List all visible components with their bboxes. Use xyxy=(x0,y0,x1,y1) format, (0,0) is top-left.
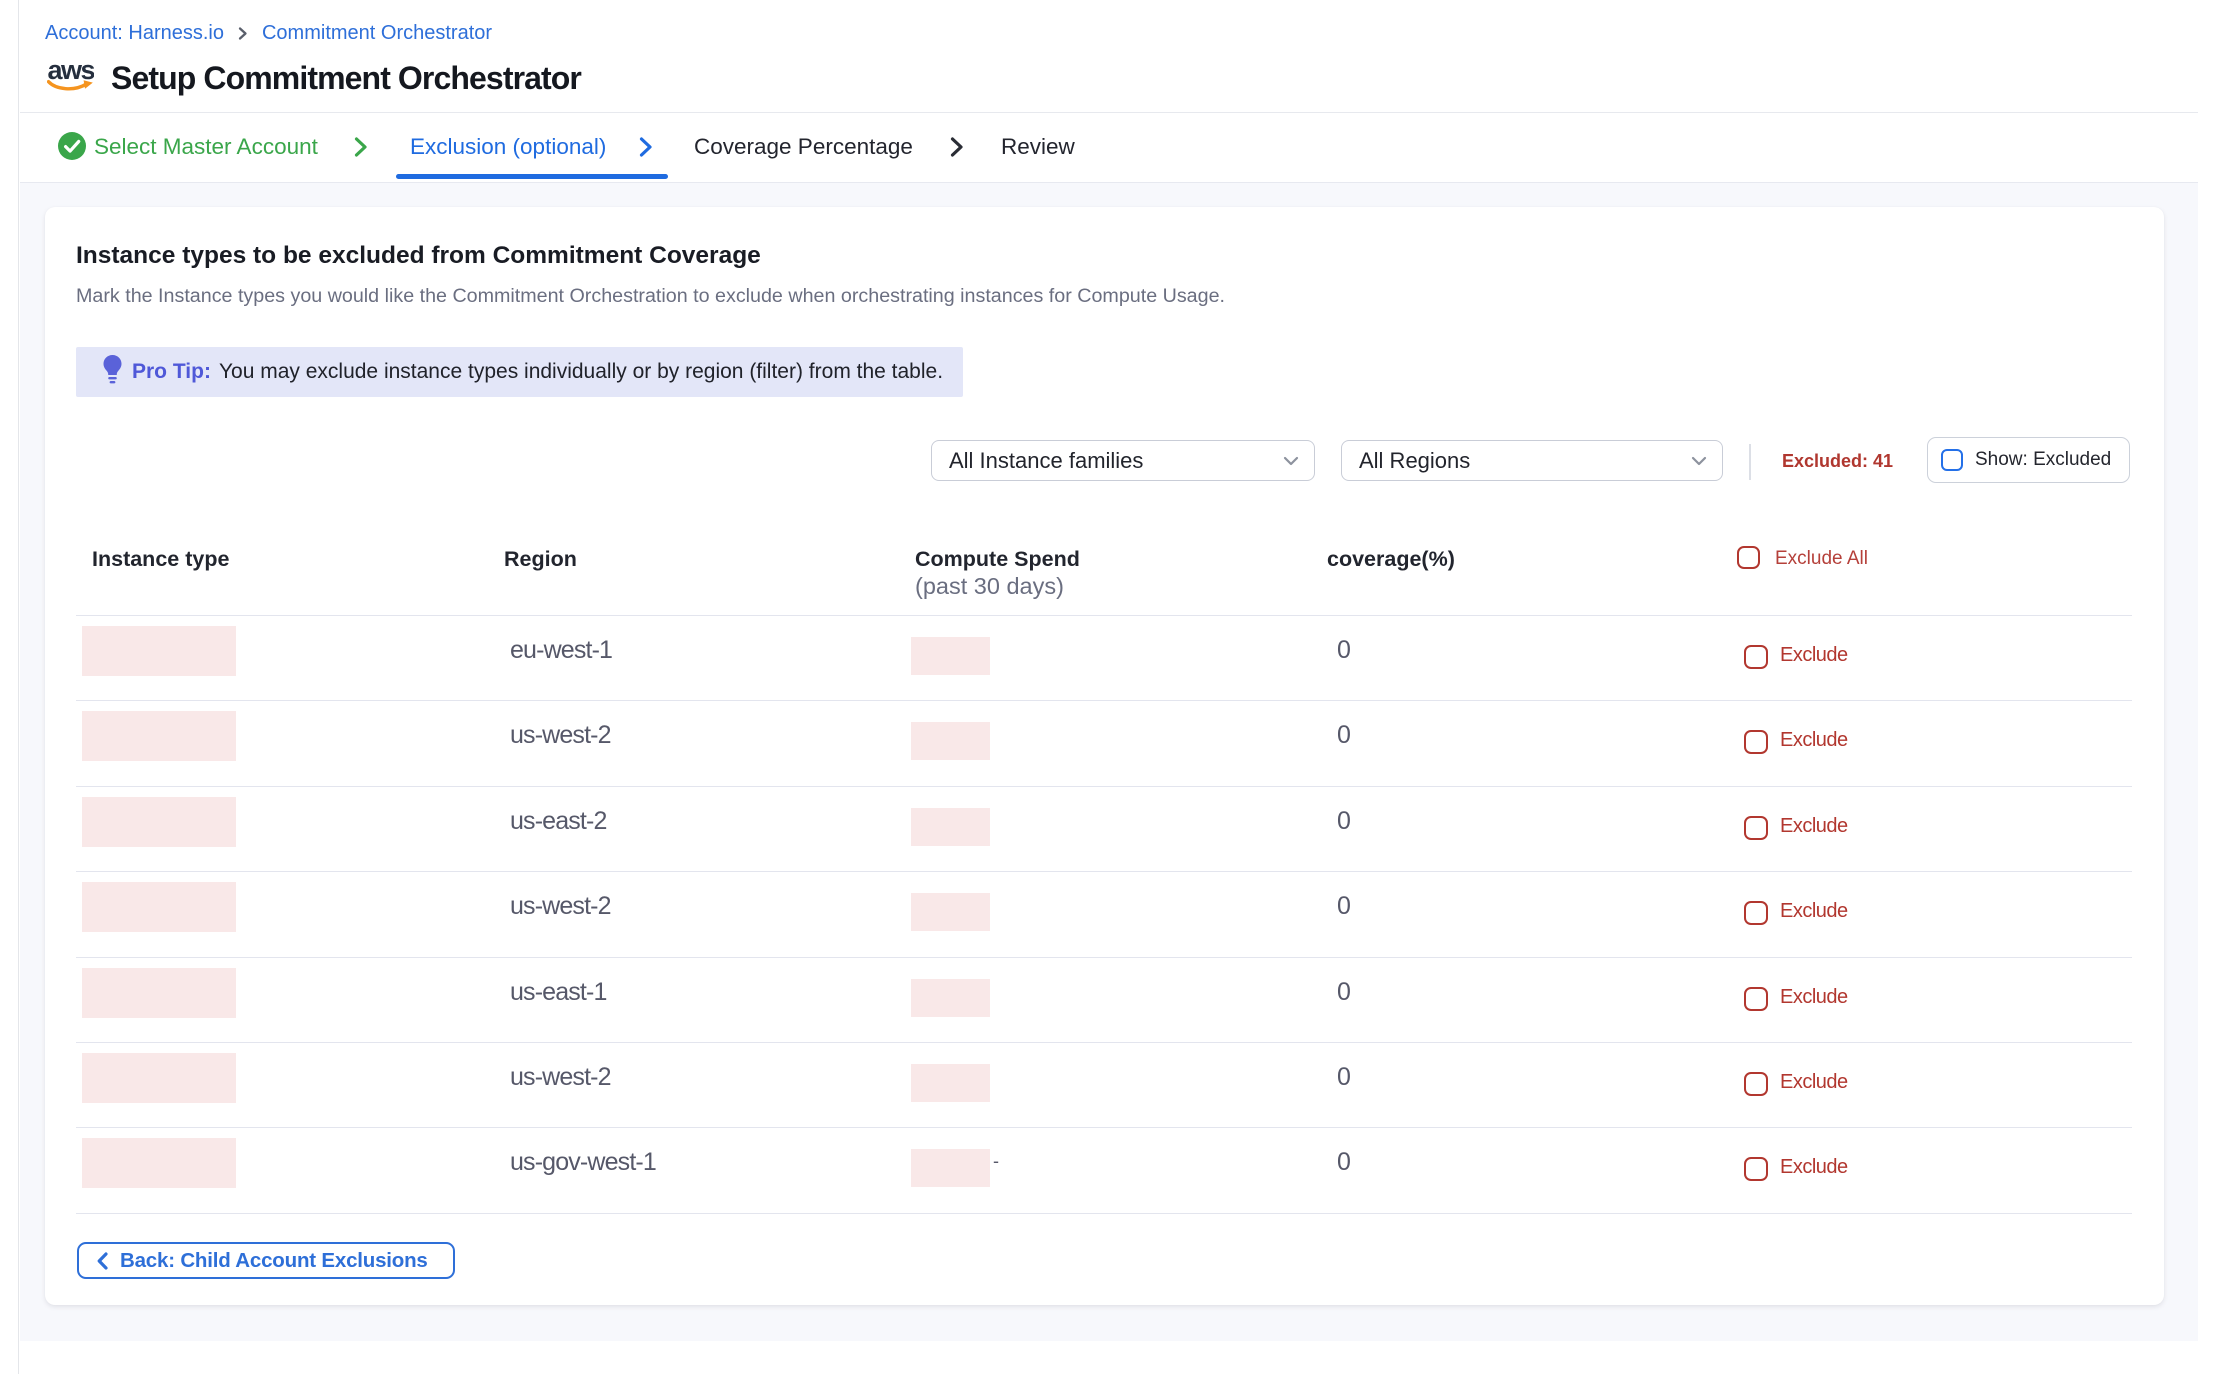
svg-text:aws: aws xyxy=(48,55,95,85)
